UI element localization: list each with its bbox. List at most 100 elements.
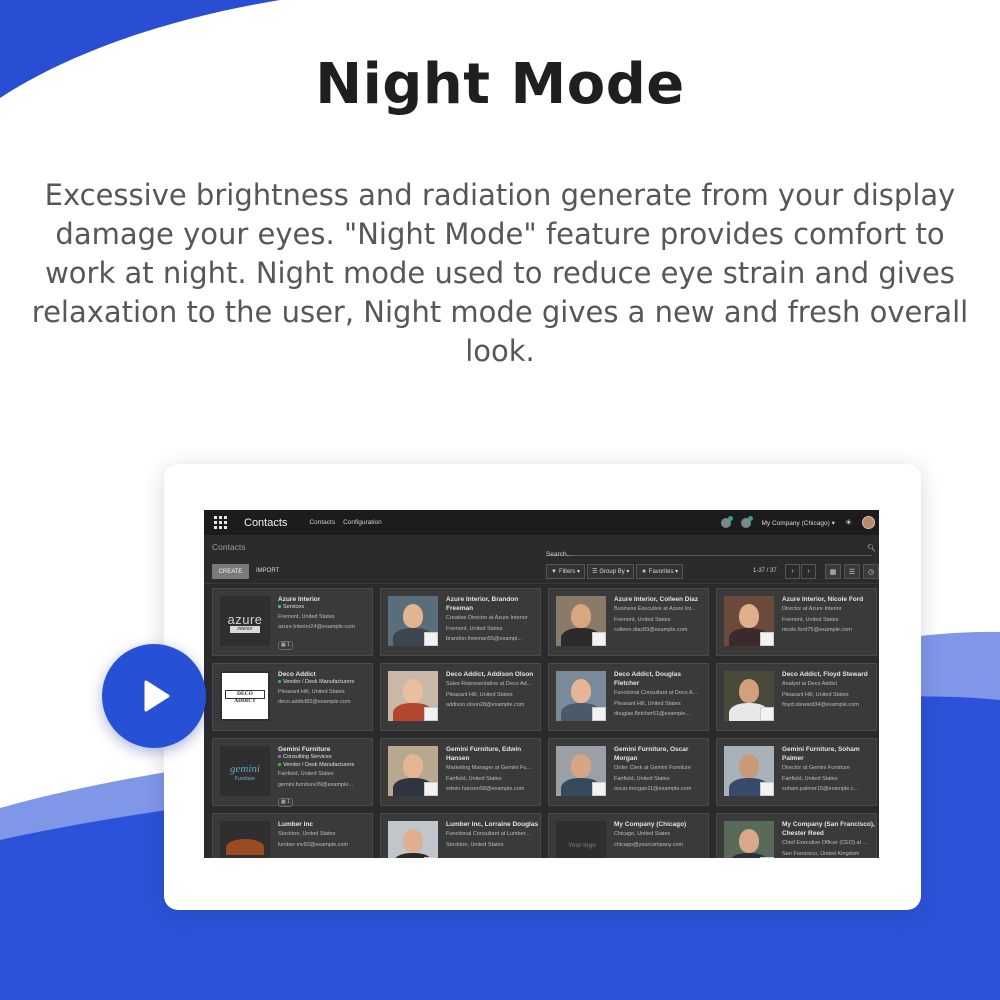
list-icon: ☰	[848, 568, 856, 576]
contact-location: Chicago, United States	[614, 831, 671, 837]
contact-location: Stockton, United States	[446, 841, 504, 848]
kanban-view-button[interactable]: ▦	[825, 564, 841, 579]
contact-email: colleen.diaz83@example.com	[614, 627, 688, 633]
kanban-icon: ▦	[829, 568, 837, 576]
your-logo-placeholder: Your logo	[568, 843, 596, 849]
meetings-badge[interactable]: ▦ 1	[278, 798, 293, 807]
contact-photo	[388, 596, 438, 646]
contact-function: Analyst at Deco Addict	[782, 681, 838, 687]
contact-card[interactable]: Lumber Inc, Lorraine Douglas Functional …	[380, 813, 541, 858]
pager-next-button[interactable]: ›	[801, 564, 816, 579]
contact-name: My Company (San Francisco), Chester Reed	[782, 821, 875, 837]
import-button[interactable]: IMPORT	[256, 568, 279, 574]
contact-name: Azure Interior	[278, 596, 321, 603]
contact-location: Fremont, United States	[614, 616, 671, 623]
contact-photo	[388, 671, 438, 721]
contact-function: Business Executive at Azure Int...	[614, 606, 696, 612]
contact-function: Marketing Manager at Gemini Fu...	[446, 765, 531, 771]
contact-name: Azure Interior, Nicole Ford	[782, 596, 864, 603]
favorites-button[interactable]: ★ Favorites ▾	[636, 564, 684, 579]
meetings-badge[interactable]: ▦ 1	[278, 640, 293, 650]
search-input[interactable]	[546, 548, 846, 561]
contact-name: Gemini Furniture, Soham Palmer	[782, 746, 860, 762]
contact-location: Pleasant Hill, United States	[446, 691, 513, 698]
contact-email: oscar.morgan11@example.com	[614, 786, 692, 792]
filters-button[interactable]: ▼ Filters ▾	[546, 564, 585, 579]
app-window: Contacts Contacts Configuration My Compa…	[204, 510, 879, 858]
search-icon[interactable]: 🔍︎	[867, 544, 876, 552]
contact-function: Sales Representative at Deco Ad...	[446, 681, 532, 687]
contact-email: brandon.freeman55@exampl...	[446, 636, 522, 642]
groupby-icon: ☰	[591, 569, 598, 575]
contact-tag: Services	[278, 604, 371, 612]
contact-card[interactable]: Azure Interior, Nicole Ford Director at …	[716, 588, 877, 656]
company-logo	[220, 821, 270, 858]
contact-function: Director at Gemini Furniture	[782, 765, 850, 771]
contact-card[interactable]: Deco Addict, Floyd Steward Analyst at De…	[716, 663, 877, 731]
contact-name: Lumber Inc, Lorraine Douglas	[446, 821, 539, 828]
favorites-label: Favorites ▾	[648, 569, 679, 575]
activity-icon[interactable]	[741, 515, 754, 528]
groupby-button[interactable]: ☰ Group By ▾	[586, 564, 635, 579]
menu-contacts[interactable]: Contacts	[309, 519, 335, 526]
navbar: Contacts Contacts Configuration My Compa…	[204, 510, 879, 535]
description: Excessive brightness and radiation gener…	[31, 178, 969, 368]
contact-card[interactable]: Gemini Furniture, Oscar Morgan Order Cle…	[548, 738, 709, 806]
contact-email: lumber-inv92@example.com	[278, 841, 349, 848]
contact-name: Deco Addict, Floyd Steward	[782, 671, 868, 678]
contact-name: Deco Addict, Douglas Fletcher	[614, 671, 681, 687]
contact-card[interactable]: Gemini Furniture, Edwin Hansen Marketing…	[380, 738, 541, 806]
contact-card[interactable]: Azure Interior, Brandon Freeman Creative…	[380, 588, 541, 656]
headline: Night Mode	[315, 52, 685, 117]
chevron-left-icon: ‹	[791, 568, 794, 575]
lumber-logo	[226, 839, 264, 855]
filters-label: Filters ▾	[558, 569, 580, 575]
gemini-logo: gemini	[230, 763, 260, 775]
contact-name: Gemini Furniture	[278, 746, 331, 753]
apps-grid-icon[interactable]	[214, 515, 228, 530]
list-view-button[interactable]: ☰	[844, 564, 860, 579]
contact-location: Pleasant Hill, United States	[614, 700, 681, 707]
pager-value[interactable]: 1-37 / 37	[753, 568, 777, 574]
contact-email: soham.palmer15@example.c...	[782, 786, 859, 792]
contact-name: Lumber Inc	[278, 821, 314, 828]
contact-name: Azure Interior, Colleen Diaz	[614, 596, 699, 603]
contact-card[interactable]: My Company (San Francisco), Chester Reed…	[716, 813, 877, 858]
contact-photo	[724, 821, 774, 858]
chat-icon[interactable]	[721, 515, 734, 528]
contact-name: Gemini Furniture, Edwin Hansen	[446, 746, 522, 762]
create-button[interactable]: CREATE	[212, 564, 249, 579]
contact-card[interactable]: DECO ADDICT Deco Addict Vendor / Desk Ma…	[212, 663, 373, 731]
app-brand[interactable]: Contacts	[244, 517, 287, 529]
user-avatar[interactable]	[862, 516, 875, 529]
contact-location: Fairfield, United States	[782, 775, 838, 782]
contact-email: douglas.fletcher51@example...	[614, 711, 690, 717]
contact-email: azure.Interior24@example.com	[278, 624, 355, 630]
contact-card[interactable]: azure interior Azure Interior Services F…	[212, 588, 373, 656]
contact-card[interactable]: Azure Interior, Colleen Diaz Business Ex…	[548, 588, 709, 656]
control-panel: Contacts 🔍︎ CREATE IMPORT ▼Filters ▾ ☰Gr…	[204, 535, 879, 584]
contact-card[interactable]: Lumber Inc Stockton, United States lumbe…	[212, 813, 373, 858]
pager-previous-button[interactable]: ‹	[785, 564, 800, 579]
deco-addict-logo: DECO ADDICT	[225, 690, 265, 704]
breadcrumb: Contacts	[212, 542, 246, 552]
contact-card[interactable]: gemini Furniture Gemini Furniture Consul…	[212, 738, 373, 807]
contact-location: Pleasant Hill, United States	[782, 691, 849, 698]
contact-function: Functional Consultant at Deco A...	[614, 690, 698, 696]
contact-location: Fremont, United States	[278, 613, 335, 620]
contact-card[interactable]: Your logo My Company (Chicago) Chicago, …	[548, 813, 709, 858]
contact-card[interactable]: Deco Addict, Addison Olson Sales Represe…	[380, 663, 541, 731]
azure-logo: azure	[227, 612, 263, 627]
contact-photo	[556, 596, 606, 646]
star-icon: ★	[641, 569, 647, 575]
contact-card[interactable]: Deco Addict, Douglas Fletcher Functional…	[548, 663, 709, 731]
activity-view-button[interactable]: ◷	[863, 564, 879, 579]
contact-photo	[556, 746, 606, 796]
company-switcher[interactable]: My Company (Chicago) ▾	[761, 519, 834, 527]
contact-location: San Francisco, United Kingdom	[782, 850, 860, 857]
contact-card[interactable]: Gemini Furniture, Soham Palmer Director …	[716, 738, 877, 806]
play-button[interactable]	[102, 644, 206, 748]
sun-icon[interactable]: ☀	[845, 518, 852, 527]
menu-configuration[interactable]: Configuration	[343, 519, 382, 526]
contact-function: Order Clerk at Gemini Furniture	[614, 765, 692, 771]
